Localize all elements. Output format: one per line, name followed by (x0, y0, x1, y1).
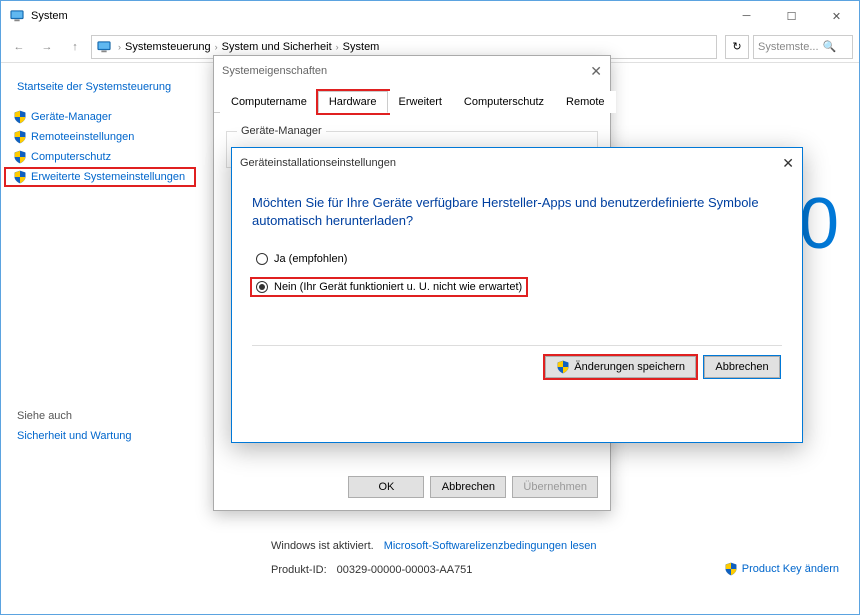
back-button[interactable]: ← (7, 35, 31, 59)
tab-computername[interactable]: Computername (220, 91, 318, 113)
shield-icon (556, 360, 570, 374)
product-id-value: 00329-00000-00003-AA751 (337, 564, 473, 576)
up-button[interactable]: ↑ (63, 35, 87, 59)
tab-remote[interactable]: Remote (555, 91, 616, 113)
license-terms-link[interactable]: Microsoft-Softwarelizenzbedingungen lese… (384, 540, 597, 552)
tab-system-protection[interactable]: Computerschutz (453, 91, 555, 113)
divider (252, 345, 782, 346)
save-changes-button[interactable]: Änderungen speichern (545, 356, 696, 378)
shield-icon (13, 130, 27, 144)
tab-strip: Computername Hardware Erweitert Computer… (214, 90, 610, 113)
search-input[interactable]: Systemste... 🔍 (753, 35, 853, 59)
radio-yes[interactable]: Ja (empfohlen) (252, 251, 782, 267)
close-button[interactable]: ✕ (814, 1, 859, 31)
system-icon (9, 8, 25, 24)
shield-icon (13, 110, 27, 124)
sidebar-item-system-protection[interactable]: Computerschutz (1, 147, 201, 167)
control-panel-home-link[interactable]: Startseite der Systemsteuerung (1, 77, 201, 97)
sidebar-item-remote-settings[interactable]: Remoteeinstellungen (1, 127, 201, 147)
group-label: Geräte-Manager (237, 125, 326, 137)
radio-icon (256, 281, 268, 293)
tab-advanced[interactable]: Erweitert (388, 91, 453, 113)
shield-icon (13, 150, 27, 164)
sidebar-item-label: Erweiterte Systemeinstellungen (31, 171, 185, 183)
chevron-right-icon: › (118, 42, 121, 52)
chevron-right-icon: › (215, 42, 218, 52)
sidebar-item-label: Computerschutz (31, 151, 111, 163)
shield-icon (13, 170, 27, 184)
dialog-title: Systemeigenschaften (222, 65, 590, 77)
radio-no[interactable]: Nein (Ihr Gerät funktioniert u. U. nicht… (252, 279, 526, 295)
dialog-title: Geräteinstallationseinstellungen (240, 157, 782, 169)
sidebar-item-label: Remoteeinstellungen (31, 131, 134, 143)
window-title: System (31, 10, 724, 22)
shield-icon (724, 562, 738, 576)
sidebar-item-device-manager[interactable]: Geräte-Manager (1, 107, 201, 127)
dialog-titlebar[interactable]: Systemeigenschaften ✕ (214, 56, 610, 86)
radio-label: Nein (Ihr Gerät funktioniert u. U. nicht… (274, 281, 522, 293)
forward-button[interactable]: → (35, 35, 59, 59)
see-also-heading: Siehe auch (1, 406, 201, 426)
maximize-button[interactable]: ☐ (769, 1, 814, 31)
change-product-key-label: Product Key ändern (742, 563, 839, 575)
product-id-label: Produkt-ID: (271, 564, 327, 576)
save-label: Änderungen speichern (574, 361, 685, 373)
window-titlebar: System ─ ☐ ✕ (1, 1, 859, 31)
search-placeholder: Systemste... (758, 41, 819, 53)
apply-button: Übernehmen (512, 476, 598, 498)
breadcrumb-item[interactable]: System und Sicherheit (222, 41, 332, 53)
see-also-link[interactable]: Sicherheit und Wartung (1, 426, 201, 446)
refresh-button[interactable]: ↻ (725, 35, 749, 59)
cancel-button[interactable]: Abbrechen (430, 476, 506, 498)
breadcrumb-item[interactable]: Systemsteuerung (125, 41, 211, 53)
dialog-titlebar[interactable]: Geräteinstallationseinstellungen ✕ (232, 148, 802, 178)
sidebar-item-advanced-settings[interactable]: Erweiterte Systemeinstellungen (5, 168, 195, 186)
sidebar-item-label: Geräte-Manager (31, 111, 112, 123)
cancel-button[interactable]: Abbrechen (704, 356, 780, 378)
chevron-right-icon: › (336, 42, 339, 52)
close-icon[interactable]: ✕ (782, 155, 794, 172)
breadcrumb-icon (94, 40, 114, 54)
ok-button[interactable]: OK (348, 476, 424, 498)
minimize-button[interactable]: ─ (724, 1, 769, 31)
windows-version-glyph: 0 (799, 183, 839, 265)
close-icon[interactable]: ✕ (590, 63, 602, 80)
radio-label: Ja (empfohlen) (274, 253, 347, 265)
device-installation-settings-dialog: Geräteinstallationseinstellungen ✕ Möcht… (231, 147, 803, 443)
change-product-key-link[interactable]: Product Key ändern (724, 562, 839, 576)
tab-hardware[interactable]: Hardware (318, 91, 388, 113)
activation-status: Windows ist aktiviert. (271, 540, 374, 552)
search-icon: 🔍 (823, 40, 837, 53)
breadcrumb-item[interactable]: System (343, 41, 380, 53)
dialog-question: Möchten Sie für Ihre Geräte verfügbare H… (252, 194, 782, 229)
sidebar: Startseite der Systemsteuerung Geräte-Ma… (1, 63, 201, 614)
radio-icon (256, 253, 268, 265)
